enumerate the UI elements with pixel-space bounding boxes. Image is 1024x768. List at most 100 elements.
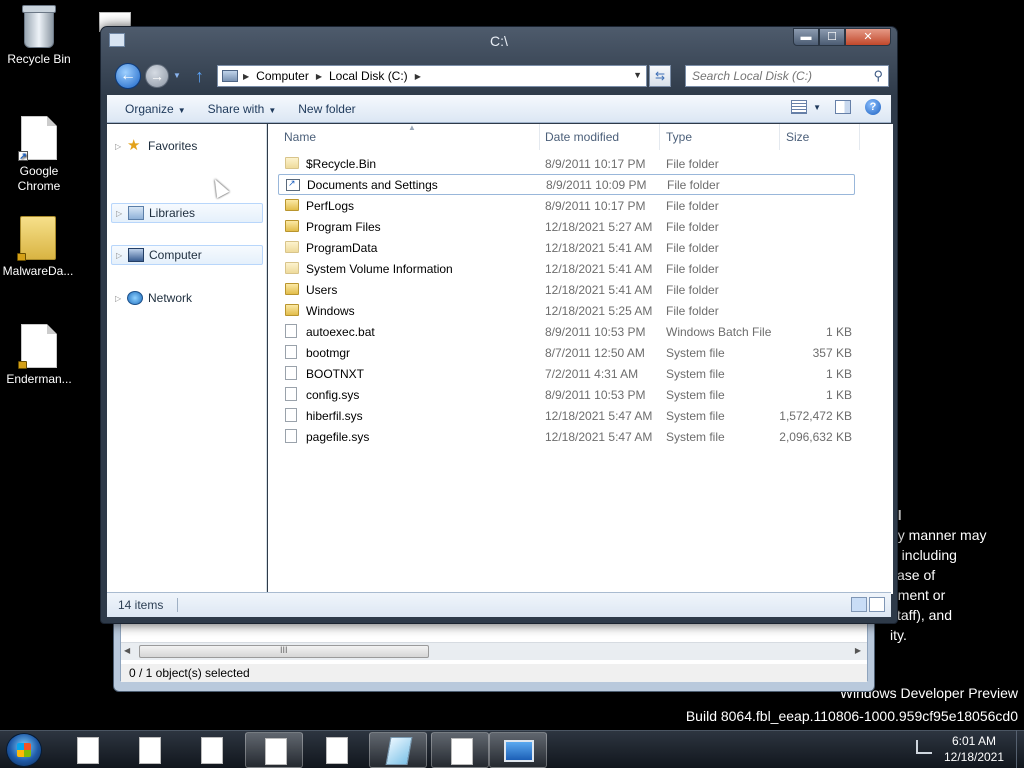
column-header-size[interactable]: Size bbox=[780, 124, 860, 150]
file-list: Name ▲ Date modified Type Size $Recycle.B… bbox=[268, 123, 893, 594]
address-bar[interactable]: ▶ Computer ▶ Local Disk (C:) ▶ ▼ bbox=[217, 65, 647, 87]
network-tray-icon[interactable] bbox=[916, 740, 932, 754]
file-row[interactable]: config.sys 8/9/2011 10:53 PM System file 1 … bbox=[278, 384, 855, 405]
desktop-icon-recycle-bin[interactable]: Recycle Bin bbox=[1, 5, 77, 67]
file-row[interactable]: $Recycle.Bin 8/9/2011 10:17 PM File folder bbox=[278, 153, 855, 174]
file-name: Windows bbox=[306, 303, 355, 318]
file-row[interactable]: ProgramData 12/18/2021 5:41 AM File folder bbox=[278, 237, 855, 258]
file-type: Windows Batch File bbox=[666, 324, 772, 339]
minimize-button[interactable]: ▬ bbox=[793, 28, 819, 46]
expand-arrow-icon[interactable]: ▷ bbox=[115, 294, 125, 303]
file-row[interactable]: Users 12/18/2021 5:41 AM File folder bbox=[278, 279, 855, 300]
horizontal-scrollbar[interactable]: ◀ III ▶ bbox=[121, 642, 867, 660]
organize-button[interactable]: Organize ▼ bbox=[115, 98, 196, 120]
share-with-button[interactable]: Share with ▼ bbox=[198, 98, 287, 120]
taskbar-item-notepad[interactable] bbox=[369, 732, 427, 768]
taskbar-item-file-5[interactable] bbox=[307, 732, 365, 768]
column-header-type[interactable]: Type bbox=[660, 124, 780, 150]
watermark-line2: Build 8064.fbl_eeap.110806-1000.959cf95e… bbox=[685, 708, 1018, 724]
expand-arrow-icon[interactable]: ▷ bbox=[116, 209, 126, 218]
file-type: File folder bbox=[666, 261, 719, 276]
file-row[interactable]: pagefile.sys 12/18/2021 5:47 AM System fil… bbox=[278, 426, 855, 447]
taskbar-clock[interactable]: 6:01 AM 12/18/2021 bbox=[936, 733, 1012, 765]
folder-icon bbox=[285, 262, 299, 274]
file-row[interactable]: autoexec.bat 8/9/2011 10:53 PM Windows Bat… bbox=[278, 321, 855, 342]
maximize-button[interactable]: ☐ bbox=[819, 28, 845, 46]
column-header-name[interactable]: Name ▲ bbox=[278, 123, 540, 150]
status-view-switcher bbox=[851, 597, 885, 612]
forward-button[interactable]: → bbox=[145, 64, 169, 88]
column-header-date[interactable]: Date modified bbox=[539, 124, 660, 150]
folder-icon bbox=[285, 304, 299, 316]
file-type: System file bbox=[666, 429, 725, 444]
scroll-right-arrow[interactable]: ▶ bbox=[855, 646, 861, 655]
back-button[interactable]: ← bbox=[115, 63, 141, 89]
taskbar-item-explorer[interactable] bbox=[489, 732, 547, 768]
refresh-button[interactable]: ⇆ bbox=[649, 65, 671, 87]
file-row[interactable]: System Volume Information 12/18/2021 5:41… bbox=[278, 258, 855, 279]
recent-pages-dropdown[interactable]: ▼ bbox=[173, 71, 181, 80]
nav-libraries[interactable]: ▷ Libraries bbox=[111, 203, 263, 223]
change-view-button[interactable]: ▼ bbox=[791, 100, 821, 114]
file-row[interactable]: Windows 12/18/2021 5:25 AM File folder bbox=[278, 300, 855, 321]
file-name: ProgramData bbox=[306, 240, 378, 255]
desktop-icon-google-chrome[interactable]: ↗ Google Chrome bbox=[1, 116, 77, 194]
taskbar-item-file-3[interactable] bbox=[182, 732, 240, 768]
show-desktop-button[interactable] bbox=[1016, 730, 1024, 768]
up-arrow-icon[interactable]: ↑ bbox=[195, 66, 204, 87]
explorer-window[interactable]: C:\ ▬ ☐ ✕ ← → ▼ ↑ ▶ Computer ▶ Local Dis… bbox=[100, 26, 898, 624]
nav-network[interactable]: ▷ Network bbox=[111, 288, 263, 308]
file-row[interactable]: BOOTNXT 7/2/2011 4:31 AM System file 1 KB bbox=[278, 363, 855, 384]
breadcrumb-chevron-icon[interactable]: ▶ bbox=[243, 72, 249, 81]
nav-computer[interactable]: ▷ Computer bbox=[111, 245, 263, 265]
breadcrumb-local-disk[interactable]: Local Disk (C:) bbox=[329, 69, 408, 83]
close-button[interactable]: ✕ bbox=[845, 28, 891, 46]
expand-arrow-icon[interactable]: ▷ bbox=[116, 251, 126, 260]
file-row[interactable]: hiberfil.sys 12/18/2021 5:47 AM System fil… bbox=[278, 405, 855, 426]
search-input[interactable] bbox=[686, 66, 862, 86]
nav-libraries-label: Libraries bbox=[149, 206, 196, 220]
large-icons-view-icon[interactable] bbox=[869, 597, 885, 612]
taskbar-item-file-6[interactable] bbox=[431, 732, 489, 768]
folder-icon bbox=[285, 241, 299, 253]
nav-favorites[interactable]: ▷ ★ Favorites bbox=[111, 136, 263, 156]
file-name: config.sys bbox=[306, 387, 360, 402]
file-icon bbox=[77, 737, 99, 764]
desktop-icon-label: Recycle Bin bbox=[7, 52, 71, 66]
taskbar bbox=[0, 730, 1024, 768]
file-date: 8/9/2011 10:53 PM bbox=[545, 324, 646, 339]
help-icon[interactable]: ? bbox=[865, 99, 881, 115]
file-date: 12/18/2021 5:41 AM bbox=[545, 240, 653, 255]
breadcrumb-chevron-icon[interactable]: ▶ bbox=[415, 72, 421, 81]
file-date: 8/9/2011 10:09 PM bbox=[546, 177, 647, 192]
folder-icon bbox=[285, 157, 299, 169]
new-folder-button[interactable]: New folder bbox=[288, 98, 365, 120]
toolbar-right: ▼ ? bbox=[791, 99, 881, 115]
preview-pane-icon[interactable] bbox=[835, 100, 851, 114]
file-row[interactable]: bootmgr 8/7/2011 12:50 AM System file 357 K… bbox=[278, 342, 855, 363]
file-date: 8/9/2011 10:53 PM bbox=[545, 387, 646, 402]
breadcrumb-computer[interactable]: Computer bbox=[256, 69, 309, 83]
file-row[interactable]: Program Files 12/18/2021 5:27 AM File fold… bbox=[278, 216, 855, 237]
command-toolbar: Organize ▼ Share with ▼ New folder ▼ ? bbox=[107, 95, 891, 123]
start-button[interactable] bbox=[6, 733, 42, 767]
file-name: hiberfil.sys bbox=[306, 408, 363, 423]
file-icon bbox=[326, 737, 348, 764]
scrollbar-thumb[interactable]: III bbox=[139, 645, 429, 658]
breadcrumb-chevron-icon[interactable]: ▶ bbox=[316, 72, 322, 81]
details-view-icon[interactable] bbox=[851, 597, 867, 612]
expand-arrow-icon[interactable]: ▷ bbox=[115, 142, 125, 151]
address-dropdown-icon[interactable]: ▼ bbox=[633, 70, 642, 80]
search-icon[interactable]: ⚲ bbox=[873, 68, 883, 84]
scroll-left-arrow[interactable]: ◀ bbox=[124, 646, 130, 655]
search-box[interactable]: ⚲ bbox=[685, 65, 889, 87]
taskbar-item-file-1[interactable] bbox=[58, 732, 116, 768]
taskbar-item-file-4[interactable] bbox=[245, 732, 303, 768]
status-bar: 14 items bbox=[107, 592, 891, 617]
file-row[interactable]: Documents and Settings 8/9/2011 10:09 PM F… bbox=[278, 174, 855, 195]
file-row[interactable]: PerfLogs 8/9/2011 10:17 PM File folder bbox=[278, 195, 855, 216]
taskbar-item-file-2[interactable] bbox=[120, 732, 178, 768]
file-name: $Recycle.Bin bbox=[306, 156, 377, 171]
desktop-icon-enderman[interactable]: Enderman... bbox=[1, 324, 77, 387]
desktop-icon-malwareda[interactable]: MalwareDa... bbox=[0, 216, 76, 279]
